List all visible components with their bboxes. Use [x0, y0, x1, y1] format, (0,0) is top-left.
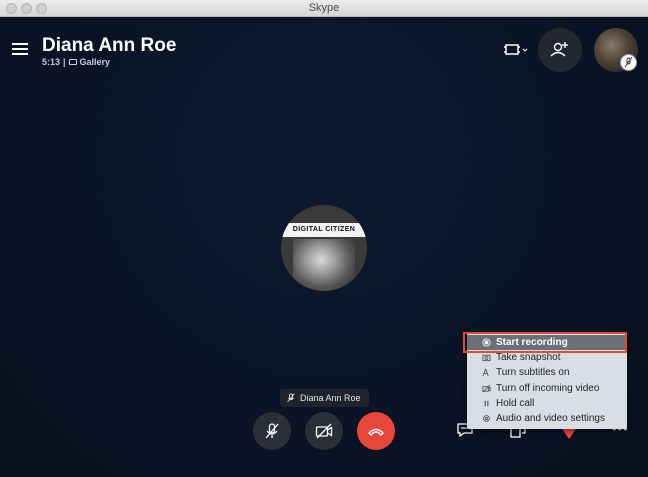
avatar-figure [293, 239, 355, 291]
camera-icon [482, 355, 491, 362]
menu-item-av-settings[interactable]: Audio and video settings [467, 411, 627, 426]
menu-item-start-recording[interactable]: Start recording [467, 335, 627, 351]
contact-name: Diana Ann Roe [42, 35, 177, 56]
hamburger-menu-button[interactable] [12, 43, 28, 56]
record-icon [482, 338, 491, 347]
window-titlebar: Skype [0, 0, 648, 17]
gallery-icon [68, 59, 77, 65]
menu-item-label: Take snapshot [496, 352, 561, 364]
microphone-off-icon [265, 423, 279, 439]
callee-avatar: DIGITAL CITIZEN [281, 205, 367, 291]
more-options-menu: Start recording Take snapshot Turn subti… [467, 333, 627, 429]
call-duration: 5:13 [42, 57, 61, 67]
pause-icon [484, 400, 489, 407]
view-mode-label: Gallery [79, 57, 111, 67]
subtitles-icon [482, 369, 489, 377]
microphone-off-icon [624, 56, 633, 68]
hang-up-icon [368, 428, 384, 436]
video-off-icon [315, 423, 333, 439]
menu-item-subtitles[interactable]: Turn subtitles on [467, 365, 627, 380]
switch-layout-button[interactable] [503, 40, 529, 60]
menu-item-take-snapshot[interactable]: Take snapshot [467, 350, 627, 365]
self-muted-badge [620, 54, 637, 71]
menu-item-label: Turn off incoming video [496, 382, 600, 394]
toggle-video-button[interactable] [305, 412, 343, 450]
microphone-off-icon [287, 393, 295, 403]
call-info-separator: | [63, 57, 66, 67]
mute-microphone-button[interactable] [253, 412, 291, 450]
menu-item-label: Start recording [496, 337, 568, 349]
avatar-sign-text: DIGITAL CITIZEN [281, 223, 367, 237]
window-title: Skype [308, 2, 340, 14]
participant-name: Diana Ann Roe [300, 393, 361, 403]
add-person-icon [550, 42, 568, 57]
menu-item-label: Hold call [496, 397, 535, 409]
gear-icon [483, 415, 490, 422]
menu-item-incoming-video[interactable]: Turn off incoming video [467, 381, 627, 396]
menu-item-hold-call[interactable]: Hold call [467, 396, 627, 411]
layout-icon [504, 44, 528, 55]
menu-item-label: Audio and video settings [496, 413, 605, 425]
menu-item-label: Turn subtitles on [496, 367, 570, 379]
video-off-icon [482, 384, 491, 393]
call-info: 5:13 | Gallery [42, 57, 110, 67]
end-call-button[interactable] [357, 412, 395, 450]
participant-name-tag: Diana Ann Roe [280, 389, 369, 407]
add-people-button[interactable] [538, 28, 582, 72]
